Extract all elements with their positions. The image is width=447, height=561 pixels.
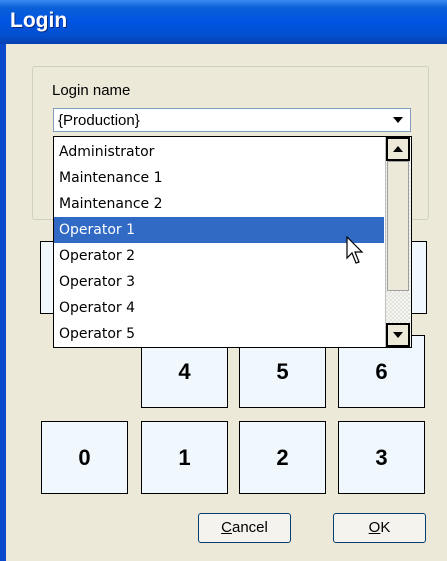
login-dialog: Login Login name 4 5 6 0 1 2 3 {Producti…	[0, 0, 447, 561]
scroll-up-button[interactable]	[386, 137, 410, 161]
arrow-up-icon	[393, 146, 403, 152]
arrow-down-icon	[393, 332, 403, 338]
list-item-maintenance-2[interactable]: Maintenance 2	[54, 191, 384, 217]
login-name-combo[interactable]: {Production}	[53, 108, 411, 132]
ok-label: K	[380, 519, 391, 536]
scroll-down-button[interactable]	[386, 323, 410, 347]
login-name-label: Login name	[52, 82, 131, 99]
scrollbar-thumb[interactable]	[387, 161, 409, 291]
list-item-operator-1[interactable]: Operator 1	[54, 217, 384, 243]
ok-mnemonic: O	[368, 519, 381, 536]
keypad-key-0[interactable]: 0	[41, 421, 128, 494]
list-item-operator-3[interactable]: Operator 3	[54, 269, 384, 295]
list-item-operator-5[interactable]: Operator 5	[54, 321, 384, 347]
list-item-operator-4[interactable]: Operator 4	[54, 295, 384, 321]
cancel-mnemonic: C	[221, 519, 232, 536]
keypad-key-1[interactable]: 1	[141, 421, 228, 494]
chevron-down-icon	[393, 117, 403, 123]
list-item-operator-2[interactable]: Operator 2	[54, 243, 384, 269]
mouse-cursor-icon	[346, 236, 364, 264]
keypad-key-3[interactable]: 3	[338, 421, 425, 494]
list-item-administrator[interactable]: Administrator	[54, 139, 384, 165]
cancel-label: ancel	[231, 519, 268, 536]
cancel-button[interactable]: Cancel	[198, 513, 291, 543]
ok-button[interactable]: OK	[333, 513, 426, 543]
window-title: Login	[10, 9, 68, 32]
title-bar[interactable]: Login	[0, 0, 447, 45]
list-item-maintenance-1[interactable]: Maintenance 1	[54, 165, 384, 191]
combo-selected-value: {Production}	[58, 112, 140, 129]
combo-dropdown-button[interactable]	[387, 110, 409, 130]
list-scrollbar[interactable]	[385, 137, 411, 347]
keypad-key-2[interactable]: 2	[239, 421, 326, 494]
